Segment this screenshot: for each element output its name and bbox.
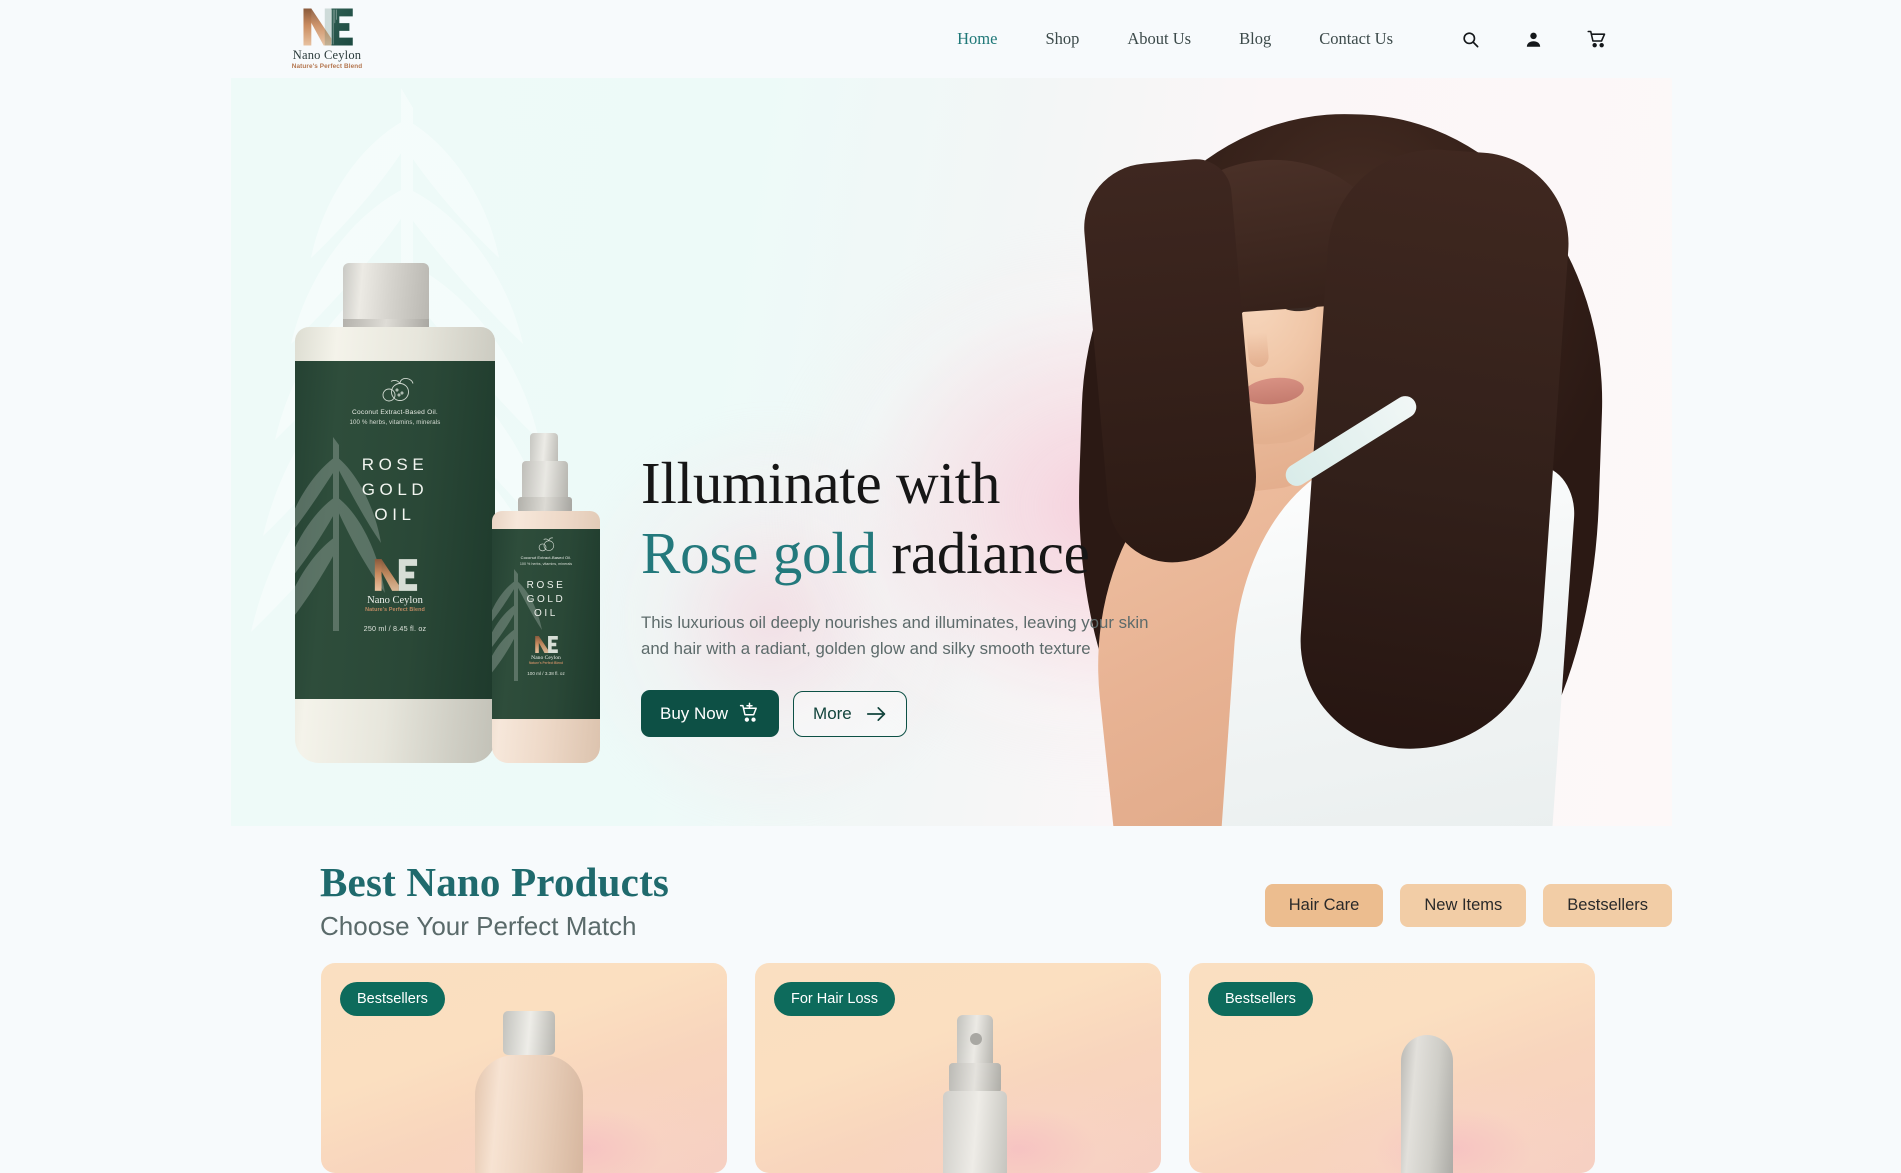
coconut-illustration-icon [382, 378, 414, 402]
section-title: Best Nano Products [320, 859, 670, 905]
status-badge: Bestsellers [340, 982, 445, 1016]
hero-copy: Illuminate with Rose gold radiance This … [641, 448, 1161, 737]
bottle-brand-name: Nano Ceylon [367, 595, 423, 606]
bottle-line-1: Coconut Extract-Based Oil. [351, 409, 439, 416]
lotion-bottle-icon [469, 1011, 589, 1173]
more-button[interactable]: More [793, 690, 907, 737]
coconut-illustration-small-icon [538, 537, 555, 552]
arrow-right-icon [866, 706, 885, 721]
small-bottle-title-line-1: ROSE [526, 579, 566, 591]
header-actions [1439, 29, 1629, 49]
bottle-line-2: 100 % herbs, vitamins, minerals [349, 419, 441, 426]
bottle-title-line-2: GOLD [361, 480, 429, 499]
product-card[interactable]: Bestsellers [1189, 963, 1595, 1173]
small-bottle-title-line-3: OIL [534, 607, 558, 619]
tube-bottle-icon [1401, 1035, 1453, 1173]
filter-hair-care[interactable]: Hair Care [1264, 884, 1384, 927]
nav-link-home[interactable]: Home [933, 29, 1021, 49]
small-bottle-line-2: 100 % herbs, vitamins, minerals [519, 561, 573, 566]
cart-icon[interactable] [1565, 29, 1629, 49]
brand-tagline: Nature's Perfect Blend [291, 63, 363, 70]
bottle-title-line-1: ROSE [361, 455, 429, 474]
add-to-cart-icon [739, 702, 757, 722]
nav-link-shop[interactable]: Shop [1021, 29, 1103, 49]
bottle-title-line-3: OIL [374, 505, 416, 524]
status-badge: Bestsellers [1208, 982, 1313, 1016]
status-badge: For Hair Loss [774, 982, 896, 1016]
section-subtitle: Choose Your Perfect Match [320, 911, 637, 941]
product-card-list: Bestsellers For Hair Loss Bestsellers [321, 963, 1595, 1173]
hero-subtitle: This luxurious oil deeply nourishes and … [641, 613, 1149, 658]
brand-logo[interactable]: Nano Ceylon Nature's Perfect Blend [292, 6, 362, 72]
small-bottle-brand-tagline: Nature's Perfect Blend [528, 660, 564, 665]
bottle-size-label: 250 ml / 8.45 fl. oz [363, 624, 427, 633]
small-bottle-monogram-icon [535, 635, 558, 653]
bottle-monogram-icon [374, 559, 418, 591]
hero-product-bottle-small: Coconut Extract-Based Oil. 100 % herbs, … [492, 433, 600, 763]
more-label: More [813, 703, 852, 723]
filter-bestsellers[interactable]: Bestsellers [1543, 884, 1672, 927]
product-card[interactable]: For Hair Loss [755, 963, 1161, 1173]
product-card[interactable]: Bestsellers [321, 963, 727, 1173]
buy-now-button[interactable]: Buy Now [641, 690, 780, 737]
nav-link-contact-us[interactable]: Contact Us [1295, 29, 1417, 49]
hero-title: Illuminate with Rose gold radiance [641, 448, 1161, 588]
nano-ceylon-monogram-icon [303, 8, 353, 46]
small-bottle-size-label: 100 ml / 3.38 fl. oz [527, 670, 565, 676]
account-icon[interactable] [1502, 30, 1565, 49]
nav-link-about-us[interactable]: About Us [1103, 29, 1215, 49]
spray-bottle-icon [941, 1015, 1011, 1173]
hero-title-rest: radiance [876, 520, 1090, 586]
buy-now-label: Buy Now [660, 703, 729, 723]
hero-title-accent: Rose gold [641, 520, 877, 586]
hero-title-line-2: Rose gold radiance [641, 518, 1161, 588]
small-bottle-line-1: Coconut Extract-Based Oil. [520, 555, 572, 560]
hero-banner: Coconut Extract-Based Oil. 100 % herbs, … [231, 78, 1672, 826]
main-navigation: Home Shop About Us Blog Contact Us [933, 0, 1901, 78]
small-bottle-title-line-2: GOLD [526, 593, 566, 605]
hero-actions: Buy Now More [641, 690, 1161, 737]
search-icon[interactable] [1439, 30, 1502, 49]
bottle-brand-tagline: Nature's Perfect Blend [365, 607, 425, 613]
nav-link-blog[interactable]: Blog [1215, 29, 1295, 49]
filter-new-items[interactable]: New Items [1400, 884, 1527, 927]
brand-name: Nano Ceylon [292, 48, 362, 62]
product-filters: Hair Care New Items Bestsellers [1264, 884, 1672, 927]
site-header: Nano Ceylon Nature's Perfect Blend Home … [0, 0, 1901, 78]
hero-title-line-1: Illuminate with [641, 450, 1001, 516]
section-heading: Best Nano Products Choose Your Perfect M… [320, 858, 669, 942]
hero-product-bottle-large: Coconut Extract-Based Oil. 100 % herbs, … [295, 263, 495, 763]
